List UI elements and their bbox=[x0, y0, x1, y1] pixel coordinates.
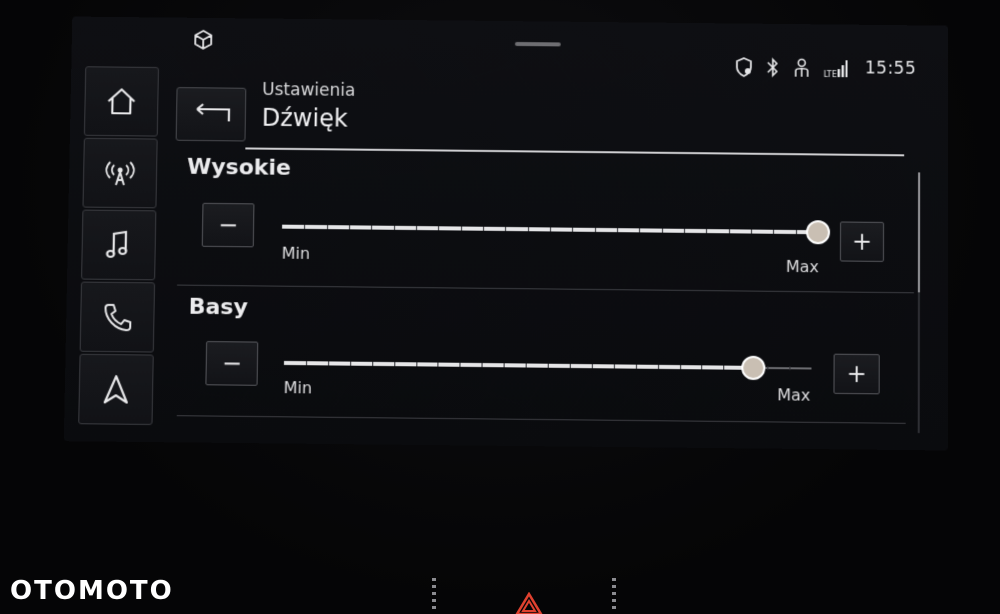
slider-fill bbox=[283, 360, 754, 370]
slider-tick bbox=[657, 364, 659, 369]
slider-tick bbox=[304, 224, 306, 229]
hazard-warning-icon[interactable] bbox=[515, 592, 543, 614]
slider-tick bbox=[437, 362, 439, 367]
nav-item-home[interactable] bbox=[83, 66, 159, 137]
slider-tick bbox=[594, 227, 596, 232]
treble-slider[interactable] bbox=[282, 212, 831, 248]
page-title: Dźwięk bbox=[261, 103, 348, 133]
slider-tick bbox=[525, 363, 527, 368]
treble-min-label: Min bbox=[281, 243, 311, 263]
bass-max-label: Max bbox=[777, 385, 811, 405]
slider-tick bbox=[505, 226, 507, 231]
slider-tick bbox=[438, 226, 440, 231]
slider-tick bbox=[639, 228, 641, 233]
vent-slats-left bbox=[432, 578, 436, 612]
slider-tick bbox=[503, 363, 505, 368]
header-divider bbox=[245, 147, 905, 157]
slider-tick bbox=[550, 227, 552, 232]
watermark-logo: OTOMOTO bbox=[10, 576, 174, 606]
back-button[interactable] bbox=[175, 87, 247, 142]
slider-tick bbox=[393, 225, 395, 230]
slider-tick bbox=[751, 229, 753, 234]
sidebar-nav bbox=[78, 66, 159, 427]
slider-tick bbox=[371, 361, 373, 366]
section-title-treble: Wysokie bbox=[186, 154, 292, 181]
drag-handle[interactable] bbox=[514, 41, 561, 47]
treble-max-label: Max bbox=[785, 256, 820, 277]
slider-tick bbox=[661, 228, 663, 233]
slider-tick bbox=[416, 226, 418, 231]
slider-thumb[interactable] bbox=[805, 220, 831, 245]
nav-item-navigation[interactable] bbox=[78, 353, 154, 425]
slider-tick bbox=[415, 362, 417, 367]
slider-tick bbox=[349, 225, 351, 230]
section-divider bbox=[176, 415, 906, 424]
app-cube-icon[interactable] bbox=[191, 28, 215, 52]
slider-tick bbox=[481, 363, 483, 368]
slider-tick bbox=[569, 363, 571, 368]
slider-tick bbox=[459, 362, 461, 367]
slider-tick bbox=[684, 228, 686, 233]
slider-tick bbox=[349, 361, 351, 366]
home-icon bbox=[108, 88, 136, 115]
nav-item-radio[interactable] bbox=[82, 137, 158, 209]
page-header: Ustawienia Dźwięk bbox=[175, 69, 914, 157]
slider-tick bbox=[728, 229, 730, 234]
breadcrumb: Ustawienia bbox=[262, 80, 356, 101]
slider-tick bbox=[393, 362, 395, 367]
vent-slats-right bbox=[612, 578, 616, 612]
slider-tick bbox=[795, 230, 797, 235]
status-bar: LTE 15:55 bbox=[71, 17, 948, 79]
slider-tick bbox=[591, 364, 593, 369]
slider-tick bbox=[483, 226, 485, 231]
bass-minus-button[interactable]: − bbox=[205, 341, 259, 386]
slider-tick bbox=[679, 365, 681, 370]
phone-icon bbox=[104, 303, 132, 331]
bass-min-label: Min bbox=[283, 378, 313, 398]
back-arrow-icon bbox=[196, 103, 231, 122]
slider-tick bbox=[706, 229, 708, 234]
slider-tick bbox=[547, 363, 549, 368]
slider-tick bbox=[572, 227, 574, 232]
infotainment-screen: LTE 15:55 Ustawienia Dźwięk Wysokie − Mi… bbox=[63, 16, 949, 451]
treble-minus-button[interactable]: − bbox=[201, 202, 255, 248]
slider-tick bbox=[371, 225, 373, 230]
slider-tick bbox=[460, 226, 462, 231]
slider-tick bbox=[723, 365, 725, 370]
slider-tick bbox=[701, 365, 703, 370]
slider-tick bbox=[327, 361, 329, 366]
nav-item-phone[interactable] bbox=[79, 281, 156, 353]
slider-tick bbox=[789, 366, 791, 371]
slider-tick bbox=[773, 229, 775, 234]
section-divider bbox=[177, 284, 914, 294]
nav-item-media[interactable] bbox=[81, 209, 157, 281]
slider-tick bbox=[527, 227, 529, 232]
treble-plus-button[interactable]: + bbox=[839, 221, 885, 262]
slider-thumb[interactable] bbox=[741, 355, 766, 381]
slider-tick bbox=[635, 364, 637, 369]
radio-antenna-icon bbox=[105, 161, 135, 186]
slider-tick bbox=[767, 366, 769, 371]
bass-plus-button[interactable]: + bbox=[833, 353, 880, 395]
slider-tick bbox=[326, 225, 328, 230]
slider-tick bbox=[617, 228, 619, 233]
section-title-bass: Basy bbox=[188, 294, 249, 321]
navigation-arrow-icon bbox=[99, 372, 134, 407]
slider-tick bbox=[613, 364, 615, 369]
music-note-icon bbox=[105, 230, 128, 258]
scrollbar-thumb[interactable] bbox=[917, 172, 921, 293]
slider-tick bbox=[305, 361, 307, 366]
bass-slider[interactable] bbox=[283, 348, 812, 384]
